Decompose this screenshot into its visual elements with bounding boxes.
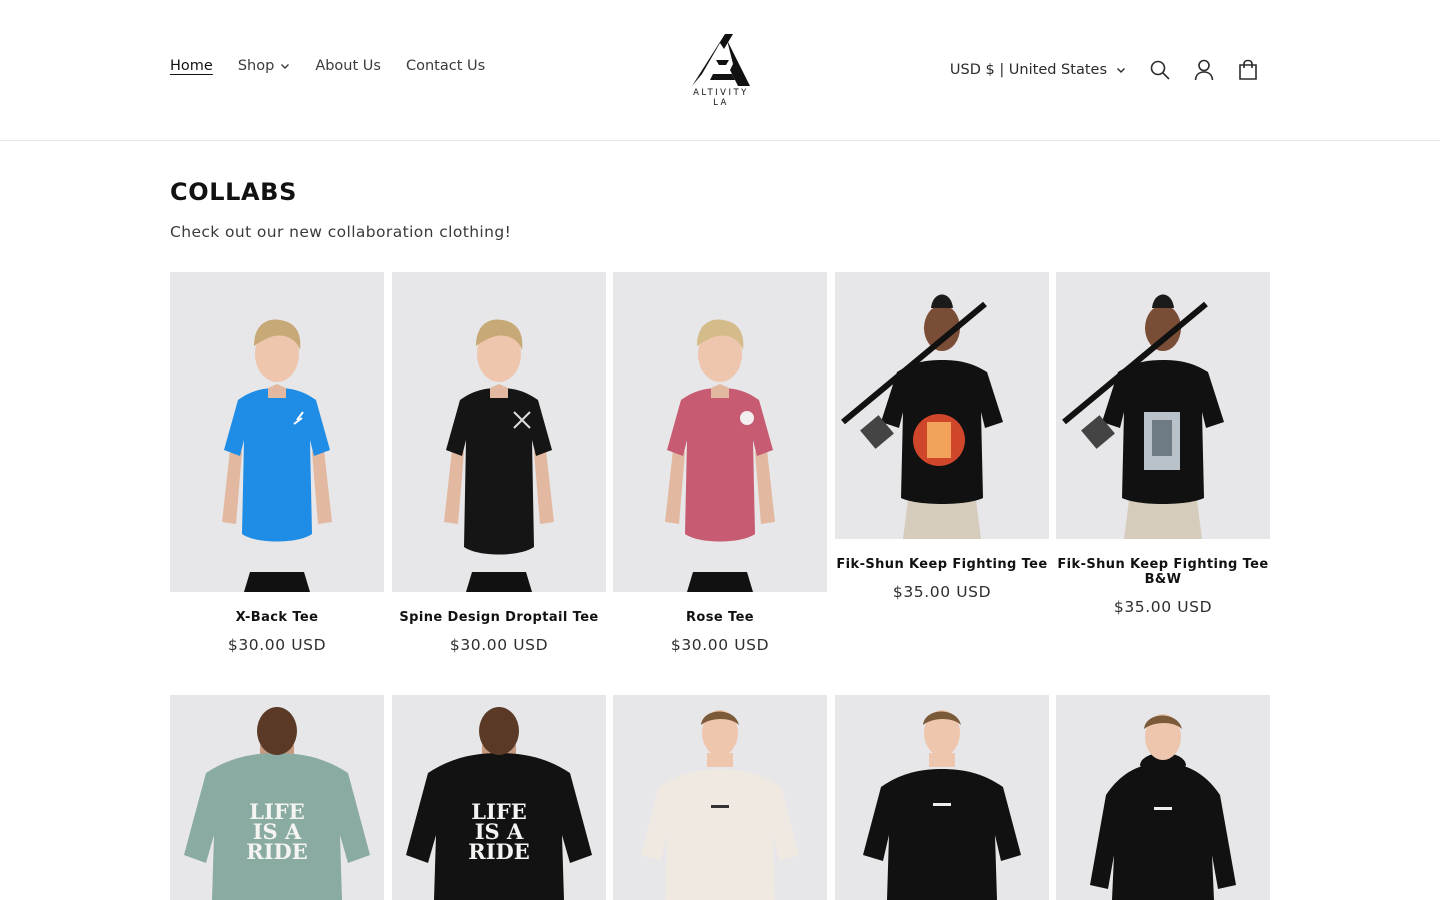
product-image[interactable] bbox=[613, 695, 827, 900]
chevron-down-icon bbox=[280, 61, 290, 71]
main-nav: Home Shop About Us Contact Us bbox=[170, 58, 510, 74]
product-card[interactable]: Fik-Shun Keep Fighting Tee B&W $35.00 US… bbox=[1056, 272, 1270, 616]
product-card[interactable]: Rose Tee $30.00 USD bbox=[613, 272, 827, 654]
product-image[interactable]: LIFE IS A RIDE bbox=[170, 695, 384, 900]
product-card[interactable] bbox=[1056, 695, 1270, 900]
header-tools: USD $ | United States bbox=[950, 50, 1270, 90]
search-icon bbox=[1150, 60, 1170, 80]
product-title[interactable]: Rose Tee bbox=[613, 610, 827, 625]
product-price: $35.00 USD bbox=[892, 583, 992, 601]
page-title: COLLABS bbox=[170, 178, 297, 206]
product-card[interactable]: LIFE IS A RIDE bbox=[392, 695, 606, 900]
product-card[interactable]: Spine Design Droptail Tee $30.00 USD bbox=[392, 272, 606, 654]
brand-logo[interactable]: ALTIVITY LA bbox=[684, 30, 758, 110]
cart-icon bbox=[1239, 59, 1257, 80]
cart-button[interactable] bbox=[1226, 50, 1270, 90]
product-price: $35.00 USD bbox=[1113, 598, 1213, 616]
nav-contact-label: Contact Us bbox=[405, 58, 486, 74]
product-card[interactable] bbox=[835, 695, 1049, 900]
nav-about-label: About Us bbox=[315, 58, 381, 74]
svg-text:RIDE: RIDE bbox=[246, 839, 308, 864]
product-image[interactable] bbox=[835, 272, 1049, 539]
product-image[interactable] bbox=[1056, 272, 1270, 539]
product-image[interactable] bbox=[835, 695, 1049, 900]
product-card[interactable]: LIFE IS A RIDE bbox=[170, 695, 384, 900]
product-title[interactable]: Fik-Shun Keep Fighting Tee B&W bbox=[1056, 557, 1270, 587]
currency-selector[interactable]: USD $ | United States bbox=[950, 62, 1126, 78]
nav-home[interactable]: Home bbox=[170, 58, 213, 74]
nav-shop-label: Shop bbox=[237, 58, 275, 74]
nav-about-us[interactable]: About Us bbox=[315, 58, 381, 74]
product-price: $30.00 USD bbox=[227, 636, 327, 654]
product-image[interactable] bbox=[613, 272, 827, 592]
search-button[interactable] bbox=[1138, 50, 1182, 90]
product-card[interactable]: X-Back Tee $30.00 USD bbox=[170, 272, 384, 654]
product-card[interactable] bbox=[613, 695, 827, 900]
account-icon bbox=[1194, 59, 1214, 81]
currency-label: USD $ | United States bbox=[949, 62, 1107, 78]
product-image[interactable] bbox=[170, 272, 384, 592]
nav-contact-us[interactable]: Contact Us bbox=[406, 58, 485, 74]
product-title[interactable]: Spine Design Droptail Tee bbox=[392, 610, 606, 625]
nav-home-label: Home bbox=[170, 58, 213, 74]
chevron-down-icon bbox=[1116, 65, 1126, 75]
product-title[interactable]: X-Back Tee bbox=[170, 610, 384, 625]
logo-subtext: LA bbox=[713, 98, 729, 108]
product-price: $30.00 USD bbox=[670, 636, 770, 654]
product-card[interactable]: Fik-Shun Keep Fighting Tee $35.00 USD bbox=[835, 272, 1049, 601]
logo-text: ALTIVITY bbox=[693, 88, 749, 98]
product-price: $30.00 USD bbox=[449, 636, 549, 654]
logo-mark-icon bbox=[692, 34, 750, 86]
site-header: Home Shop About Us Contact Us ALTIVITY L… bbox=[0, 0, 1440, 141]
svg-text:RIDE: RIDE bbox=[468, 839, 530, 864]
product-image[interactable] bbox=[392, 272, 606, 592]
account-button[interactable] bbox=[1182, 50, 1226, 90]
collection-header: COLLABS Check out our new collaboration … bbox=[170, 178, 1270, 241]
product-title[interactable]: Fik-Shun Keep Fighting Tee bbox=[835, 557, 1049, 572]
collection-description: Check out our new collaboration clothing… bbox=[170, 223, 512, 241]
nav-shop[interactable]: Shop bbox=[238, 58, 290, 74]
product-image[interactable]: LIFE IS A RIDE bbox=[392, 695, 606, 900]
product-image[interactable] bbox=[1056, 695, 1270, 900]
